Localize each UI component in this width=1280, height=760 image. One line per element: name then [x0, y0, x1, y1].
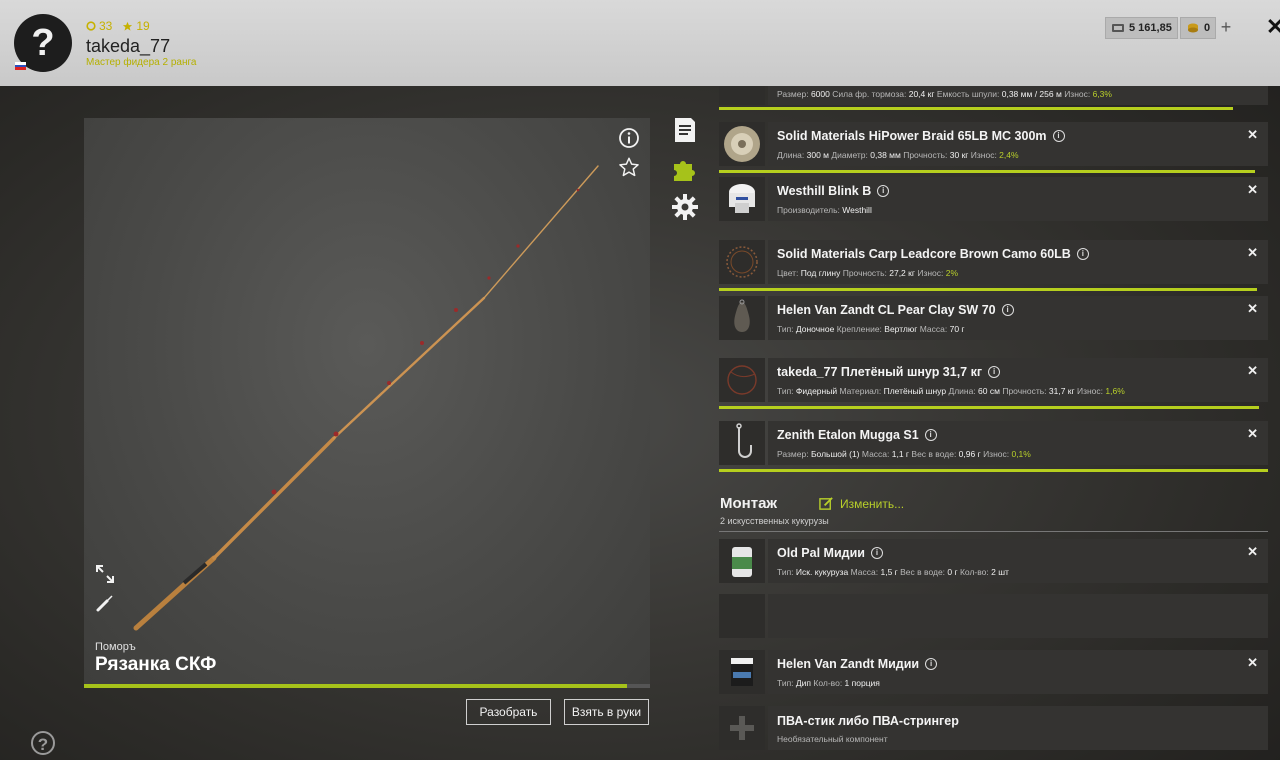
rod-maker: Поморъ [95, 641, 136, 653]
rod-name: Рязанка СКФ [95, 654, 217, 675]
info-icon[interactable]: i [1001, 304, 1014, 316]
cash-icon [1112, 24, 1124, 32]
puzzle-tab-icon[interactable] [671, 155, 699, 183]
rod-durability-bar [84, 684, 650, 688]
rod-preview-panel: Поморъ Рязанка СКФ [84, 118, 650, 684]
tackle-props: Цвет: Под глину Прочность: 27,2 кг Износ… [777, 268, 959, 278]
player-rank: Мастер фидера 2 ранга [86, 57, 197, 68]
favorite-star-icon[interactable] [618, 156, 640, 183]
gold-coins-icon [1188, 23, 1198, 33]
leader-wear-line [719, 406, 1259, 409]
take-in-hand-button[interactable]: Взять в руки [564, 699, 649, 725]
rig-section-title: Монтаж [720, 495, 778, 512]
player-stats: 33 19 [86, 19, 150, 33]
rig-empty-slot[interactable] [719, 594, 1268, 638]
feeder-icon [729, 184, 755, 213]
remove-icon[interactable]: ✕ [1247, 301, 1258, 317]
remove-icon[interactable]: ✕ [1247, 426, 1258, 442]
star-icon [123, 21, 133, 31]
tackle-row-line[interactable]: Solid Materials HiPower Braid 65LB MC 30… [719, 122, 1268, 166]
gold-currency[interactable]: 0 [1180, 17, 1217, 39]
remove-icon[interactable]: ✕ [1247, 182, 1258, 198]
tackle-row-leadcore[interactable]: Solid Materials Carp Leadcore Brown Camo… [719, 240, 1268, 284]
edit-rig-button[interactable]: Изменить... [819, 496, 904, 511]
rod-image [133, 165, 599, 631]
info-icon[interactable]: i [924, 429, 937, 441]
rod-view-icon[interactable] [95, 593, 115, 618]
remove-icon[interactable]: ✕ [1247, 363, 1258, 379]
remove-icon[interactable]: ✕ [1247, 544, 1258, 560]
disassemble-button[interactable]: Разобрать [466, 699, 551, 725]
info-icon[interactable]: i [988, 366, 1001, 378]
tackle-props: Длина: 300 м Диаметр: 0,38 мм Прочность:… [777, 150, 1019, 160]
rig-props: Тип: Иск. кукуруза Масса: 1,5 г Вес в во… [777, 567, 1009, 577]
help-icon[interactable]: ? [31, 731, 55, 755]
hook-wear-line [719, 469, 1268, 472]
remove-icon[interactable]: ✕ [1247, 127, 1258, 143]
tackle-row-hook[interactable]: Zenith Etalon Mugga S1 i Размер: Большой … [719, 421, 1268, 465]
edit-pencil-icon [819, 497, 833, 510]
tackle-row-leader[interactable]: takeda_77 Плетёный шнур 31,7 кг i Тип: Фи… [719, 358, 1268, 402]
dip-jar-icon [731, 658, 753, 686]
info-icon[interactable]: i [870, 547, 883, 559]
tackle-row-feeder[interactable]: Westhill Blink Bi Производитель: Westhil… [719, 177, 1268, 221]
optional-note: Необязательный компонент [777, 734, 888, 744]
sinker-icon [734, 299, 750, 332]
tackle-props: Производитель: Westhill [777, 205, 872, 215]
info-icon[interactable]: i [925, 658, 938, 670]
coin-icon [86, 21, 96, 31]
leadcore-wear-line [719, 288, 1257, 291]
tackle-props: Размер: 6000 Сила фр. тормоза: 20,4 кг Е… [777, 89, 1112, 99]
leader-icon [727, 365, 757, 395]
info-icon[interactable]: i [1076, 248, 1089, 260]
russia-flag-icon [15, 62, 26, 70]
info-icon[interactable]: i [877, 185, 890, 197]
settings-gear-icon[interactable] [671, 193, 699, 221]
reel-thumb [719, 86, 765, 105]
rig-item-pva[interactable]: ПВА-стик либо ПВА-стрингер Необязательны… [719, 706, 1268, 750]
tackle-props: Тип: Фидерный Материал: Плетёный шнур Дл… [777, 386, 1125, 396]
tackle-row-reel[interactable]: Размер: 6000 Сила фр. тормоза: 20,4 кг Е… [719, 86, 1268, 105]
silver-currency[interactable]: 5 161,85 [1105, 17, 1178, 39]
stars-stat: 19 [122, 19, 150, 33]
hook-icon [736, 423, 752, 458]
line-spool-icon [724, 126, 760, 162]
rig-props: Тип: Дип Кол-во: 1 порция [777, 678, 880, 688]
expand-icon[interactable] [95, 564, 115, 589]
info-icon[interactable]: i [1052, 130, 1065, 142]
tackle-props: Размер: Большой (1) Масса: 1,1 г Вес в в… [777, 449, 1031, 459]
tackle-row-sinker[interactable]: Helen Van Zandt CL Pear Clay SW 70 i Тип:… [719, 296, 1268, 340]
coins-stat: 33 [86, 19, 112, 33]
rod-durability-fill [84, 684, 628, 688]
add-currency-button[interactable]: + [1216, 17, 1236, 37]
remove-icon[interactable]: ✕ [1247, 245, 1258, 261]
remove-icon[interactable]: ✕ [1247, 655, 1258, 671]
description-tab-icon[interactable] [671, 116, 699, 144]
rig-subtitle: 2 искусственных кукурузы [720, 516, 829, 526]
rig-divider [719, 531, 1268, 532]
rod-info-icon[interactable] [618, 127, 640, 154]
tackle-list: Размер: 6000 Сила фр. тормоза: 20,4 кг Е… [719, 86, 1268, 760]
rig-item-bait[interactable]: Old Pal Мидии i Тип: Иск. кукуруза Масса:… [719, 539, 1268, 583]
bait-jar-icon [732, 547, 752, 577]
line-wear-line [719, 170, 1255, 173]
top-bar: ? 33 19 takeda_77 Мастер фидера 2 ранга … [0, 0, 1280, 86]
username: takeda_77 [86, 36, 171, 56]
tackle-props: Тип: Доночное Крепление: Вертлюг Масса: … [777, 324, 965, 334]
close-icon[interactable]: ✕ [1266, 14, 1280, 40]
add-plus-icon [730, 716, 754, 740]
reel-wear-line [719, 107, 1233, 110]
leadcore-icon [726, 246, 758, 278]
rig-item-dip[interactable]: Helen Van Zandt Мидии i Тип: Дип Кол-во: … [719, 650, 1268, 694]
